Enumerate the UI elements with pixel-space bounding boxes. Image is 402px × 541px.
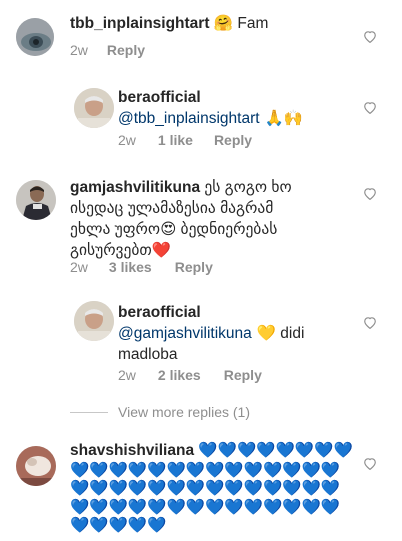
comment-body: Fam [233, 15, 269, 32]
comment-body-line: ისედაც ულამაზესია მაგრამ [70, 200, 274, 217]
avatar-image [16, 180, 56, 220]
hug-emoji: 🤗 [213, 14, 234, 32]
mention-link[interactable]: @gamjashvilitikuna [118, 325, 252, 342]
comment-text: shavshishviliana 💙💙💙💙💙💙💙💙 💙💙💙💙💙💙💙💙💙💙💙💙💙💙… [70, 441, 360, 535]
blue-hearts-emoji: 💙💙💙💙💙💙💙💙💙💙💙💙💙💙 [70, 479, 341, 497]
like-heart-icon[interactable] [363, 101, 377, 114]
comment-time: 2w [118, 132, 136, 148]
comment-time: 2w [70, 259, 88, 275]
comment-meta: 2w 3 likes Reply [70, 259, 213, 275]
likes-count[interactable]: 3 likes [109, 259, 152, 275]
like-heart-icon[interactable] [363, 187, 377, 200]
heart-eyes-emoji: 😍 [160, 220, 177, 238]
comment-username[interactable]: beraofficial [118, 302, 358, 323]
comment-meta: 2w 2 likes Reply [118, 367, 262, 383]
comment-body-line: გისურვებთ [70, 242, 152, 259]
comment-body-line: madloba [118, 346, 178, 363]
blue-hearts-emoji: 💙💙💙💙💙 [70, 516, 167, 534]
comment-body: didi [276, 325, 305, 342]
view-more-replies-label[interactable]: View more replies (1) [118, 404, 250, 420]
like-heart-icon[interactable] [363, 457, 377, 470]
comment-username[interactable]: tbb_inplainsightart [70, 15, 210, 32]
avatar[interactable] [16, 180, 56, 220]
view-more-replies[interactable]: View more replies (1) [70, 404, 250, 420]
likes-count[interactable]: 1 like [158, 132, 193, 148]
comment-text: tbb_inplainsightart 🤗 Fam [70, 13, 268, 34]
comment-username[interactable]: gamjashvilitikuna [70, 179, 200, 196]
mention-link[interactable]: @tbb_inplainsightart [118, 110, 260, 127]
avatar[interactable] [74, 88, 114, 128]
divider-line [70, 411, 108, 413]
comment-username[interactable]: shavshishviliana [70, 442, 194, 459]
reply-button[interactable]: Reply [224, 367, 262, 383]
avatar[interactable] [16, 18, 54, 56]
likes-count[interactable]: 2 likes [158, 367, 201, 383]
avatar-image [74, 301, 114, 341]
comment-text: beraofficial @gamjashvilitikuna 💛 didi m… [118, 302, 358, 365]
comment-time: 2w [118, 367, 136, 383]
comment-body-line: ეხლა უფრო [70, 221, 161, 238]
avatar[interactable] [74, 301, 114, 341]
comment-text: gamjashvilitikuna ეს გოგო ხო ისედაც ულამ… [70, 177, 360, 261]
avatar-image [16, 18, 54, 56]
like-heart-icon[interactable] [363, 316, 377, 329]
reply-button[interactable]: Reply [214, 132, 252, 148]
like-heart-icon[interactable] [363, 30, 377, 43]
avatar[interactable] [16, 446, 56, 486]
avatar-image [74, 88, 114, 128]
blue-hearts-emoji: 💙💙💙💙💙💙💙💙💙💙💙💙💙💙 [70, 497, 341, 516]
blue-hearts-emoji: 💙💙💙💙💙💙💙💙💙💙💙💙💙💙 [70, 460, 341, 479]
comment-meta: 2w Reply [70, 42, 145, 58]
red-heart-emoji: ❤️ [151, 241, 172, 259]
avatar-image [16, 446, 56, 486]
reply-button[interactable]: Reply [107, 42, 145, 58]
comment-time: 2w [70, 42, 88, 58]
comment-text: beraofficial @tbb_inplainsightart 🙏🙌 [118, 87, 303, 129]
comment-meta: 2w 1 like Reply [118, 132, 252, 148]
yellow-heart-emoji: 💛 [251, 324, 276, 342]
blue-hearts-emoji: 💙💙💙💙💙💙💙💙 [198, 441, 353, 459]
comment-body-line: ეს გოგო ხო [200, 179, 292, 196]
reply-button[interactable]: Reply [175, 259, 213, 275]
pray-emoji: 🙏🙌 [259, 109, 304, 127]
comment-body-line: ბედნიერებას [176, 221, 278, 238]
comment-username[interactable]: beraofficial [118, 87, 303, 108]
